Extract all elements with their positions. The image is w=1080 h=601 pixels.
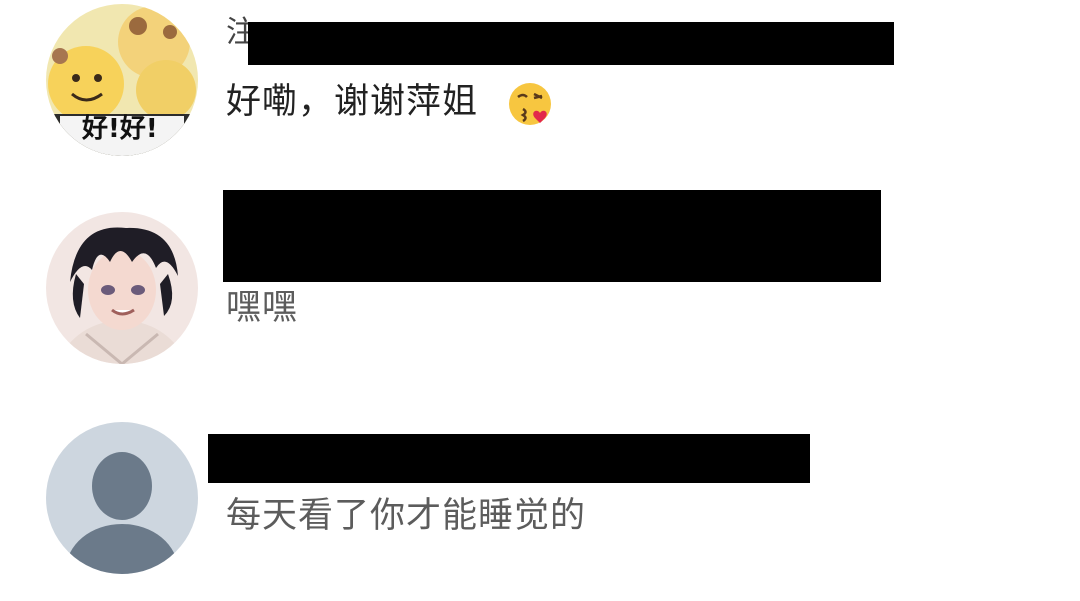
avatar[interactable] (46, 212, 198, 364)
redacted-username (223, 190, 881, 282)
avatar[interactable]: 好!好! (46, 4, 198, 156)
anime-boy-avatar (46, 212, 198, 364)
redacted-username (208, 434, 810, 483)
comment-item: 嘿嘿 (0, 190, 1080, 380)
comment-item: 每天看了你才能睡觉的 (0, 420, 1080, 601)
comment-text: 每天看了你才能睡觉的 (226, 496, 587, 536)
default-user-avatar-icon (46, 422, 198, 574)
comment-item: 好!好! 注 好嘞，谢谢萍姐 (0, 0, 1080, 160)
avatar[interactable] (46, 422, 198, 574)
kissing-heart-emoji-icon (506, 80, 554, 128)
comment-text: 嘿嘿 (226, 288, 299, 328)
comment-text: 好嘞，谢谢萍姐 (226, 82, 479, 122)
redacted-username (248, 22, 894, 65)
avatar-caption: 好!好! (82, 114, 158, 144)
